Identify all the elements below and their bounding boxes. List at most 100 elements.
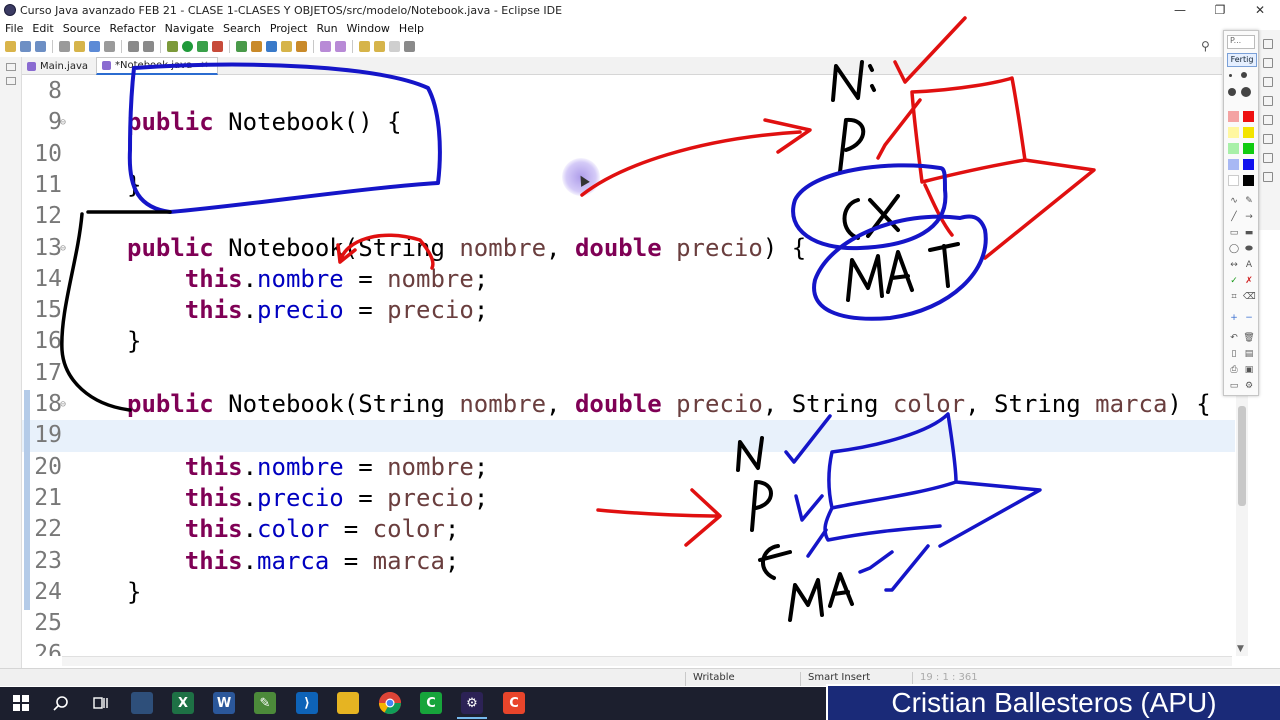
terminal-icon[interactable] <box>143 40 154 52</box>
fold-toggle-icon[interactable]: ⊖ <box>60 107 66 138</box>
new-java-project-icon[interactable] <box>236 40 247 52</box>
menu-run[interactable]: Run <box>316 22 337 35</box>
code-line[interactable]: 23 this.marca = marca; <box>22 546 1235 577</box>
code-line[interactable]: 8 <box>22 76 1235 107</box>
notepad-icon[interactable]: ✎ <box>254 692 276 714</box>
code-line[interactable]: 19 <box>22 420 1235 452</box>
code-line[interactable]: 13 ⊖ public Notebook(String nombre, double… <box>22 233 1235 264</box>
color-white-icon[interactable] <box>1228 175 1239 186</box>
progress-icon[interactable] <box>1262 172 1273 182</box>
search-icon[interactable]: ⚲ <box>1201 39 1210 53</box>
color-red-icon[interactable] <box>1243 111 1254 122</box>
tab-notebook-java[interactable]: *Notebook.java ✕ <box>96 57 218 75</box>
menu-edit[interactable]: Edit <box>32 22 53 35</box>
page-icon[interactable]: ▯ <box>1228 349 1240 359</box>
screen-recorder-icon[interactable]: C <box>503 692 525 714</box>
menu-navigate[interactable]: Navigate <box>165 22 214 35</box>
code-line[interactable]: 14 this.nombre = nombre; <box>22 264 1235 295</box>
pen-size-medium-icon[interactable] <box>1241 72 1247 78</box>
scroll-down-icon[interactable]: ▼ <box>1237 644 1244 654</box>
trash-icon[interactable]: 🗑 <box>1243 333 1255 343</box>
open-type-icon[interactable] <box>281 40 292 52</box>
line-icon[interactable]: ╱ <box>1228 212 1240 222</box>
search-icon[interactable] <box>50 692 72 714</box>
excel-icon[interactable]: X <box>172 692 194 714</box>
next-annotation-icon[interactable] <box>320 40 331 52</box>
task-view-icon[interactable] <box>89 692 111 714</box>
declaration-icon[interactable] <box>1262 134 1273 144</box>
color-yellow-icon[interactable] <box>1243 127 1254 138</box>
toggle-icon[interactable] <box>104 40 115 52</box>
code-line[interactable]: 22 this.color = color; <box>22 514 1235 545</box>
vscode-icon[interactable]: ⟩ <box>296 692 318 714</box>
pen-size-small-icon[interactable] <box>1229 74 1232 77</box>
new-class-icon[interactable] <box>266 40 277 52</box>
pin-icon[interactable] <box>59 40 70 52</box>
perspective-icon[interactable] <box>1262 39 1273 49</box>
ellipse-icon[interactable]: ◯ <box>1228 244 1240 254</box>
forward-icon[interactable] <box>389 40 400 52</box>
previous-annotation-icon[interactable] <box>335 40 346 52</box>
back-icon[interactable] <box>374 40 385 52</box>
done-button[interactable]: Fertig <box>1227 53 1257 67</box>
javadoc-icon[interactable] <box>1262 115 1273 125</box>
run-icon[interactable] <box>182 40 193 52</box>
color-light-red-icon[interactable] <box>1228 111 1239 122</box>
new-package-icon[interactable] <box>251 40 262 52</box>
print-icon[interactable]: ⎙ <box>1228 365 1240 375</box>
code-line[interactable]: 11} <box>22 170 1235 201</box>
close-tab-icon[interactable]: ✕ <box>200 60 208 71</box>
camtasia-icon[interactable]: C <box>420 692 442 714</box>
color-light-green-icon[interactable] <box>1228 143 1239 154</box>
code-line[interactable]: 15 this.precio = precio; <box>22 295 1235 326</box>
crop-icon[interactable]: ⌗ <box>1228 292 1240 302</box>
new-icon[interactable] <box>5 40 16 52</box>
arrow-icon[interactable]: → <box>1243 212 1255 222</box>
double-arrow-icon[interactable]: ↔ <box>1228 260 1240 270</box>
undo-icon[interactable]: ↶ <box>1228 333 1240 343</box>
menu-window[interactable]: Window <box>347 22 390 35</box>
outline-icon[interactable] <box>1262 58 1273 68</box>
color-blue-icon[interactable] <box>1243 159 1254 170</box>
console-icon[interactable] <box>128 40 139 52</box>
text-icon[interactable]: A <box>1243 260 1255 270</box>
start-icon[interactable] <box>10 692 32 714</box>
palette-input[interactable]: P... <box>1227 35 1255 49</box>
code-line[interactable]: 21 this.precio = precio; <box>22 483 1235 514</box>
menu-help[interactable]: Help <box>399 22 424 35</box>
restore-icon[interactable] <box>5 63 16 71</box>
maximize-button[interactable]: ❐ <box>1200 0 1240 20</box>
settings-icon[interactable]: ⚙ <box>1243 381 1255 391</box>
pen-size-large-icon[interactable] <box>1228 88 1236 96</box>
clipboard-icon[interactable]: ▤ <box>1243 349 1255 359</box>
file-explorer-icon[interactable] <box>337 692 359 714</box>
eclipse-icon[interactable]: ⚙ <box>461 692 483 714</box>
coverage-icon[interactable] <box>197 40 208 52</box>
package-explorer-icon[interactable] <box>5 77 16 85</box>
code-line[interactable]: 12 <box>22 201 1235 232</box>
cross-icon[interactable]: ✗ <box>1243 276 1255 286</box>
rectangle-icon[interactable]: ▭ <box>1228 228 1240 238</box>
highlight-icon[interactable] <box>74 40 85 52</box>
code-line[interactable]: 16} <box>22 326 1235 357</box>
pen-size-xlarge-icon[interactable] <box>1241 87 1251 97</box>
save-drawing-icon[interactable]: ▣ <box>1243 365 1255 375</box>
code-line[interactable]: 26 <box>22 639 1235 656</box>
zoom-in-icon[interactable]: + <box>1228 313 1240 323</box>
color-light-blue-icon[interactable] <box>1228 159 1239 170</box>
external-tools-icon[interactable] <box>212 40 223 52</box>
save-all-icon[interactable] <box>35 40 46 52</box>
fold-toggle-icon[interactable]: ⊖ <box>60 389 66 420</box>
open-task-icon[interactable] <box>296 40 307 52</box>
zoom-out-icon[interactable]: − <box>1243 313 1255 323</box>
code-line[interactable]: 17 <box>22 358 1235 389</box>
save-icon[interactable] <box>20 40 31 52</box>
code-line[interactable]: 18 ⊖ public Notebook(String nombre, double… <box>22 389 1235 420</box>
check-icon[interactable]: ✓ <box>1228 276 1240 286</box>
color-black-icon[interactable] <box>1243 175 1254 186</box>
tab-main-java[interactable]: Main.java <box>22 57 96 75</box>
console-view-icon[interactable] <box>1262 153 1273 163</box>
menu-project[interactable]: Project <box>270 22 308 35</box>
menu-refactor[interactable]: Refactor <box>110 22 156 35</box>
edit-icon[interactable] <box>89 40 100 52</box>
